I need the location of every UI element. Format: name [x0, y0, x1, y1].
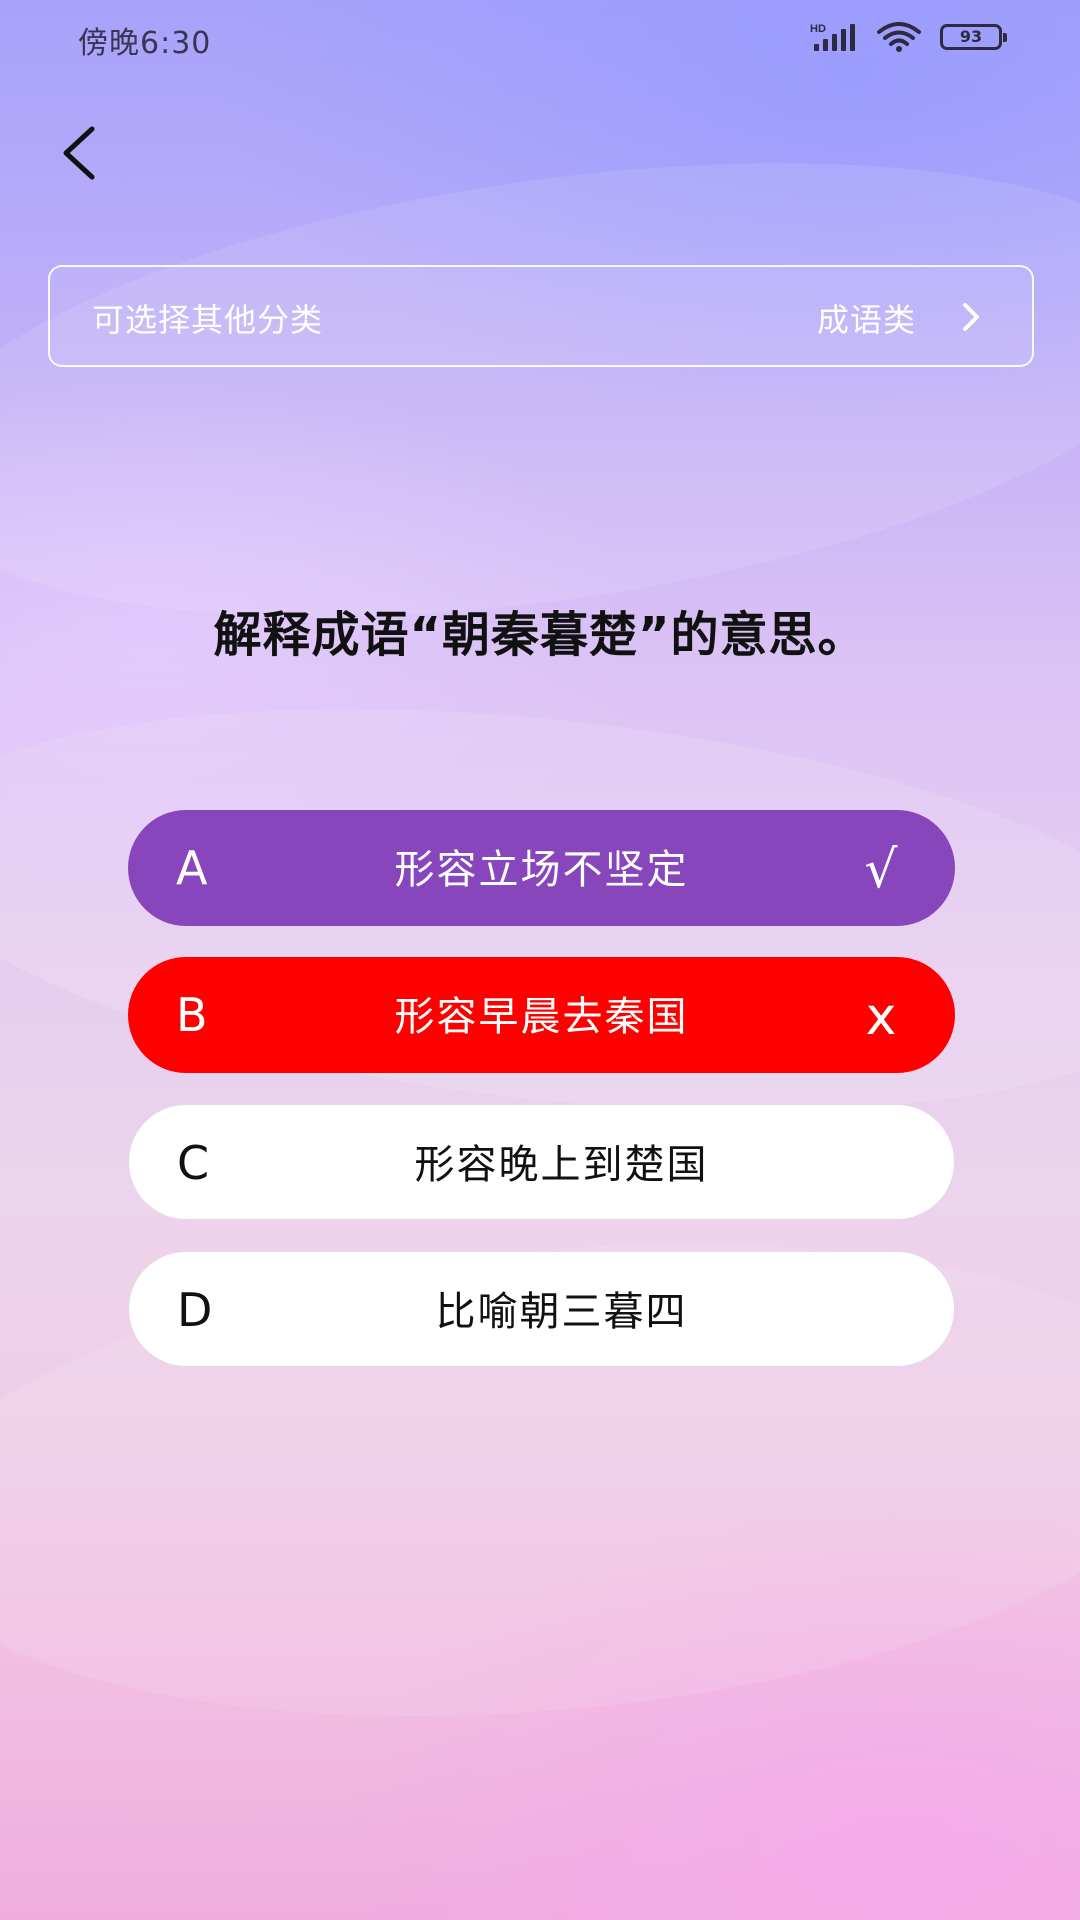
- answer-options: A 形容立场不坚定 √ B 形容早晨去秦国 x C 形容晚上到楚国 D 比喻朝三…: [128, 810, 955, 1398]
- battery-icon: 93: [940, 24, 1007, 50]
- status-time: 傍晚6:30: [78, 26, 212, 61]
- option-text: 形容早晨去秦国: [394, 994, 689, 1040]
- status-icons: HD 93: [810, 22, 1007, 52]
- cross-icon: x: [865, 987, 897, 1047]
- current-category: 成语类: [816, 301, 916, 339]
- option-b[interactable]: B 形容早晨去秦国 x: [128, 957, 955, 1073]
- chevron-right-icon: [963, 303, 979, 331]
- category-selector[interactable]: 可选择其他分类 成语类: [48, 265, 1034, 367]
- check-icon: √: [864, 840, 898, 900]
- chevron-left-icon: [63, 126, 95, 180]
- network-label: HD: [810, 23, 826, 35]
- back-button[interactable]: [48, 118, 108, 188]
- option-d[interactable]: D 比喻朝三暮四: [128, 1251, 955, 1367]
- option-text: 形容晚上到楚国: [414, 1142, 709, 1188]
- option-c[interactable]: C 形容晚上到楚国: [128, 1104, 955, 1220]
- status-bar: 傍晚6:30 HD 93: [0, 0, 1080, 80]
- option-text: 形容立场不坚定: [394, 847, 689, 893]
- signal-icon: HD: [810, 23, 855, 51]
- question-text: 解释成语“朝秦暮楚”的意思。: [213, 607, 867, 663]
- wifi-icon: [877, 22, 921, 52]
- option-a[interactable]: A 形容立场不坚定 √: [128, 810, 955, 926]
- battery-level: 93: [959, 27, 983, 46]
- category-hint: 可选择其他分类: [92, 301, 324, 339]
- option-text: 比喻朝三暮四: [435, 1289, 688, 1335]
- quiz-screen: 傍晚6:30 HD 93 可选择其他分类 成语类 解释成语“朝秦暮楚”的意思。 …: [0, 0, 1080, 1920]
